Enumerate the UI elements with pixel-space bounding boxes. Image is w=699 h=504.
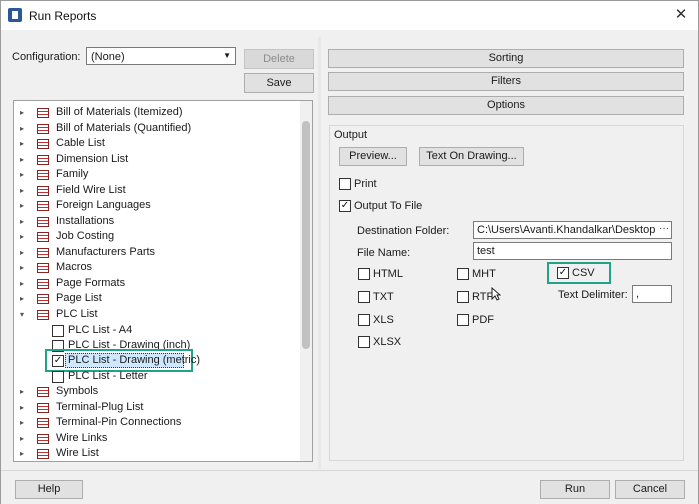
help-button[interactable]: Help bbox=[15, 480, 83, 499]
html-checkbox[interactable] bbox=[358, 268, 370, 280]
chevron-right-icon[interactable]: ▸ bbox=[20, 105, 28, 120]
chevron-right-icon[interactable]: ▸ bbox=[20, 229, 28, 244]
report-icon bbox=[37, 279, 49, 289]
report-tree: ▸ Bill of Materials (Itemized) ▸ Bill of… bbox=[13, 100, 313, 462]
delete-button[interactable]: Delete bbox=[244, 49, 314, 69]
chevron-right-icon[interactable]: ▸ bbox=[20, 384, 28, 399]
xlsx-checkbox[interactable] bbox=[358, 336, 370, 348]
options-button[interactable]: Options bbox=[328, 96, 684, 115]
text-delimiter-label: Text Delimiter: bbox=[558, 289, 628, 301]
report-icon bbox=[37, 232, 49, 242]
window-title: Run Reports bbox=[29, 9, 97, 23]
report-icon bbox=[37, 310, 49, 320]
report-checkbox[interactable]: ✓ bbox=[52, 355, 64, 367]
chevron-right-icon[interactable]: ▸ bbox=[20, 260, 28, 275]
chevron-right-icon[interactable]: ▸ bbox=[20, 167, 28, 182]
run-reports-window: Run Reports ✕ Configuration: (None) ▼ De… bbox=[0, 0, 699, 504]
txt-label: TXT bbox=[373, 291, 394, 303]
html-label: HTML bbox=[373, 268, 403, 280]
chevron-right-icon[interactable]: ▸ bbox=[20, 400, 28, 415]
text-on-drawing-button[interactable]: Text On Drawing... bbox=[419, 147, 524, 166]
report-icon bbox=[37, 387, 49, 397]
configuration-label: Configuration: bbox=[12, 51, 81, 63]
chevron-right-icon[interactable]: ▸ bbox=[20, 152, 28, 167]
filters-button[interactable]: Filters bbox=[328, 72, 684, 91]
output-to-file-checkbox[interactable]: ✓ bbox=[339, 200, 351, 212]
chevron-right-icon[interactable]: ▸ bbox=[20, 136, 28, 151]
report-icon bbox=[37, 155, 49, 165]
file-name-label: File Name: bbox=[357, 247, 411, 259]
preview-button[interactable]: Preview... bbox=[339, 147, 407, 166]
chevron-right-icon[interactable]: ▸ bbox=[20, 198, 28, 213]
report-icon bbox=[37, 186, 49, 196]
configuration-dropdown[interactable]: (None) ▼ bbox=[86, 47, 236, 65]
xls-checkbox[interactable] bbox=[358, 314, 370, 326]
txt-checkbox[interactable] bbox=[358, 291, 370, 303]
app-icon bbox=[8, 8, 22, 22]
title-bar: Run Reports ✕ bbox=[1, 1, 698, 30]
report-checkbox[interactable] bbox=[52, 325, 64, 337]
output-to-file-label: Output To File bbox=[354, 200, 423, 212]
pdf-label: PDF bbox=[472, 314, 494, 326]
report-icon bbox=[37, 170, 49, 180]
report-icon bbox=[37, 217, 49, 227]
chevron-right-icon[interactable]: ▸ bbox=[20, 276, 28, 291]
chevron-right-icon[interactable]: ▸ bbox=[20, 183, 28, 198]
sorting-button[interactable]: Sorting bbox=[328, 49, 684, 68]
file-name-input[interactable]: test bbox=[473, 242, 672, 260]
report-icon bbox=[37, 418, 49, 428]
report-icon bbox=[37, 124, 49, 134]
report-icon bbox=[37, 434, 49, 444]
chevron-down-icon: ▼ bbox=[223, 51, 231, 60]
mht-checkbox[interactable] bbox=[457, 268, 469, 280]
browse-icon[interactable]: ··· bbox=[657, 222, 671, 238]
chevron-right-icon[interactable]: ▸ bbox=[20, 291, 28, 306]
report-checkbox[interactable] bbox=[52, 371, 64, 383]
save-button[interactable]: Save bbox=[244, 73, 314, 93]
panel-splitter[interactable] bbox=[318, 37, 321, 469]
tree-scrollbar-thumb[interactable] bbox=[302, 121, 310, 349]
cancel-button[interactable]: Cancel bbox=[615, 480, 685, 499]
report-icon bbox=[37, 294, 49, 304]
destination-folder-input[interactable]: C:\Users\Avanti.Khandalkar\Desktop bbox=[473, 221, 672, 239]
report-icon bbox=[37, 201, 49, 211]
mht-label: MHT bbox=[472, 268, 496, 280]
close-icon[interactable]: ✕ bbox=[671, 6, 691, 24]
report-icon bbox=[37, 263, 49, 273]
xlsx-label: XLSX bbox=[373, 336, 402, 348]
chevron-right-icon[interactable]: ▸ bbox=[20, 446, 28, 461]
run-button[interactable]: Run bbox=[540, 480, 610, 499]
chevron-down-icon[interactable]: ▾ bbox=[20, 307, 28, 322]
chevron-right-icon[interactable]: ▸ bbox=[20, 245, 28, 260]
mouse-cursor-icon bbox=[491, 286, 502, 304]
print-checkbox[interactable] bbox=[339, 178, 351, 190]
csv-checkbox[interactable]: ✓ bbox=[557, 267, 569, 279]
report-icon bbox=[37, 449, 49, 459]
print-label: Print bbox=[354, 178, 377, 190]
xls-label: XLS bbox=[373, 314, 394, 326]
output-label: Output bbox=[334, 129, 368, 141]
text-delimiter-input[interactable]: , bbox=[632, 285, 672, 303]
report-icon bbox=[37, 139, 49, 149]
report-icon bbox=[37, 248, 49, 258]
chevron-right-icon[interactable]: ▸ bbox=[20, 121, 28, 136]
pdf-checkbox[interactable] bbox=[457, 314, 469, 326]
configuration-value: (None) bbox=[91, 51, 125, 63]
csv-label: CSV bbox=[572, 267, 595, 279]
report-icon bbox=[37, 108, 49, 118]
chevron-right-icon[interactable]: ▸ bbox=[20, 214, 28, 229]
rtf-label: RTF bbox=[472, 291, 494, 303]
rtf-checkbox[interactable] bbox=[457, 291, 469, 303]
chevron-right-icon[interactable]: ▸ bbox=[20, 415, 28, 430]
chevron-right-icon[interactable]: ▸ bbox=[20, 431, 28, 446]
report-icon bbox=[37, 403, 49, 413]
destination-folder-label: Destination Folder: bbox=[357, 225, 450, 237]
